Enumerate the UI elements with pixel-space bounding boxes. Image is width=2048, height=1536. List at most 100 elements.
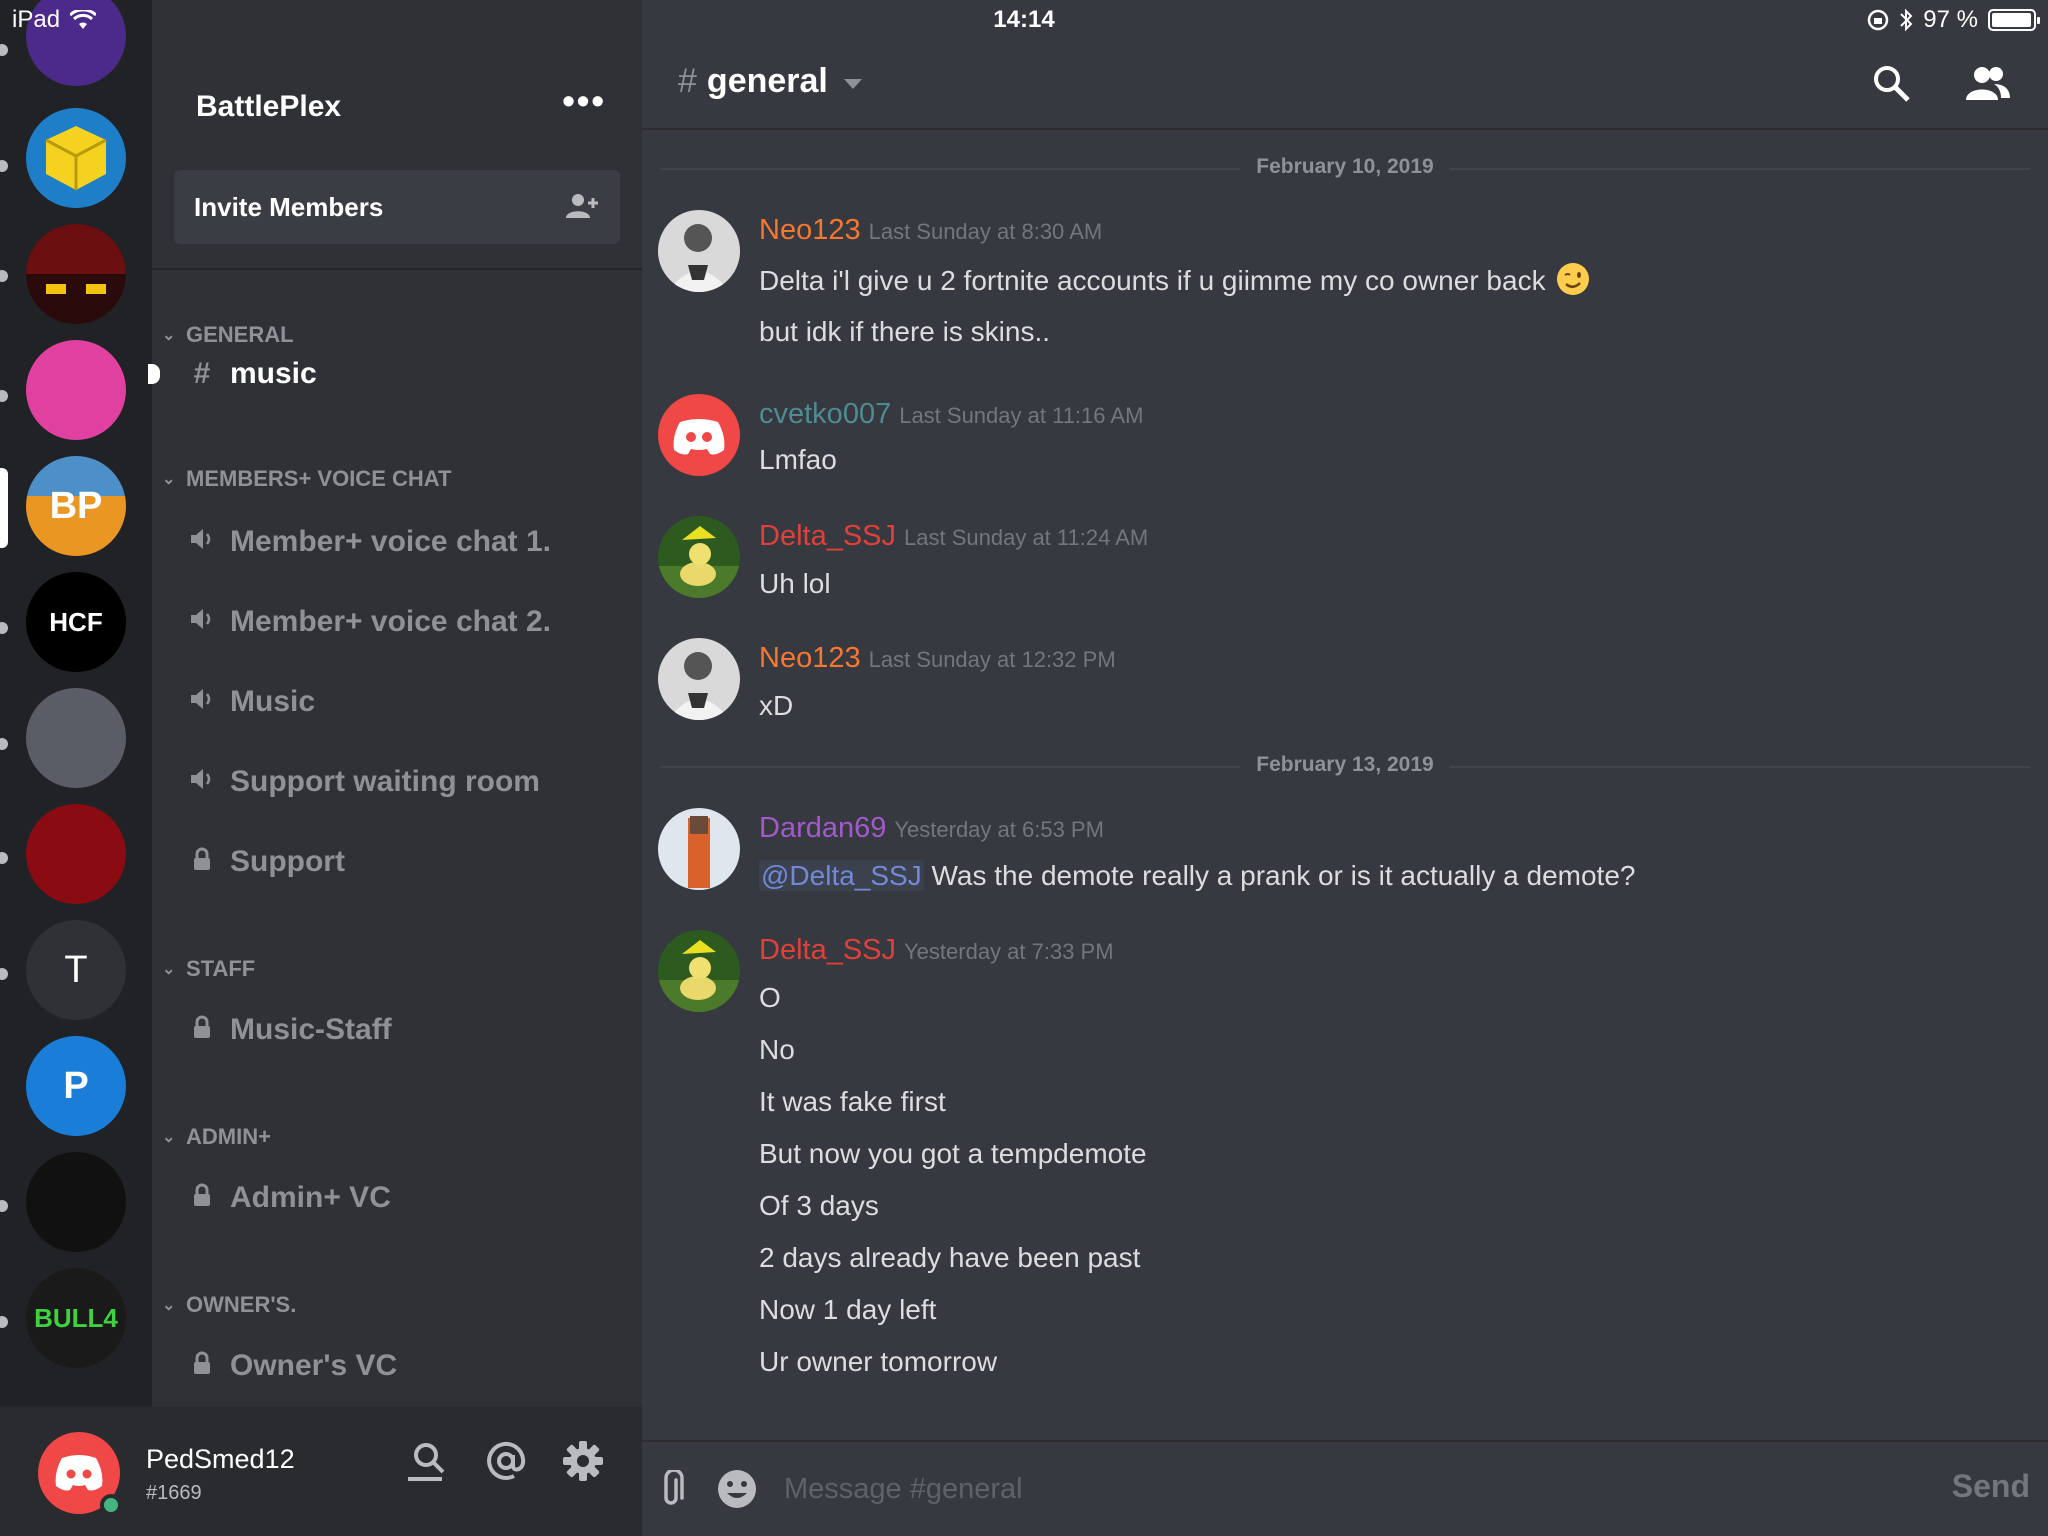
channel-music[interactable]: Music	[188, 676, 315, 728]
message-line: Of 3 days	[759, 1190, 879, 1221]
server-unread-indicator	[0, 1316, 8, 1328]
search-icon[interactable]	[1872, 64, 1912, 104]
user-mention[interactable]: @Delta_SSJ	[759, 860, 924, 891]
server-icon-bull4[interactable]: BULL4	[26, 1268, 126, 1368]
author-avatar[interactable]	[658, 394, 740, 476]
channel-name: general	[706, 62, 828, 100]
more-options-icon[interactable]: •••	[562, 80, 606, 122]
message-line: O	[759, 982, 781, 1013]
cube-icon	[45, 126, 107, 190]
message-line: Ur owner tomorrow	[759, 1346, 998, 1377]
duck-avatar-icon	[658, 930, 740, 1012]
author-name[interactable]: cvetko007	[759, 398, 891, 431]
message-text: But now you got a tempdemote	[759, 1138, 1147, 1170]
server-initials: P	[63, 1064, 89, 1107]
author-name[interactable]: Neo123	[759, 642, 861, 675]
winking-face-emoji-icon	[1556, 262, 1590, 296]
server-icon-hcf[interactable]: HCF	[26, 572, 126, 672]
channel-member-voice-chat-1-[interactable]: Member+ voice chat 1.	[188, 516, 551, 568]
server-unread-indicator	[0, 622, 8, 634]
message-text: xD	[759, 690, 793, 722]
invite-members-label: Invite Members	[194, 191, 384, 222]
channel-title[interactable]: # general	[678, 62, 862, 101]
invite-members-button[interactable]: Invite Members	[174, 170, 620, 244]
settings-gear-icon[interactable]	[562, 1440, 604, 1482]
message-text: @Delta_SSJ Was the demote really a prank…	[759, 860, 1635, 892]
server-icon-t-server[interactable]: T	[26, 920, 126, 1020]
channel-music[interactable]: # music	[188, 348, 317, 400]
message-text: O	[759, 982, 781, 1014]
message-input[interactable]	[784, 1464, 1784, 1514]
channel-member-voice-chat-2-[interactable]: Member+ voice chat 2.	[188, 596, 551, 648]
message-text: but idk if there is skins..	[759, 316, 1050, 348]
author-name[interactable]: Dardan69	[759, 812, 886, 845]
message-header: Delta_SSJ Yesterday at 7:33 PM	[759, 934, 1114, 967]
channel-admin-vc[interactable]: Admin+ VC	[188, 1172, 391, 1224]
chevron-down-icon: ⌄	[162, 471, 176, 488]
channel-support[interactable]: Support	[188, 836, 345, 888]
user-avatar[interactable]	[38, 1432, 122, 1516]
message-line: xD	[759, 690, 794, 721]
message-line: Lmfao	[759, 444, 837, 475]
message-line: No	[759, 1034, 795, 1065]
channel-label: Support	[230, 845, 345, 878]
user-panel: PedSmed12 #1669	[0, 1406, 642, 1536]
guild-name[interactable]: BattlePlex	[196, 90, 341, 124]
server-unread-indicator	[0, 160, 8, 172]
server-unread-indicator	[0, 390, 8, 402]
server-unread-indicator	[0, 1200, 8, 1212]
attachment-icon[interactable]	[658, 1470, 684, 1510]
battery-percent: 97 %	[1923, 6, 1978, 33]
speaker-icon	[188, 605, 216, 639]
message-text: 2 days already have been past	[759, 1242, 1140, 1274]
send-button[interactable]: Send	[1952, 1468, 2030, 1505]
channel-support-waiting-room[interactable]: Support waiting room	[188, 756, 540, 808]
category-label: STAFF	[186, 956, 256, 981]
channel-label: Support waiting room	[230, 765, 540, 798]
server-unread-indicator	[0, 968, 8, 980]
author-avatar[interactable]	[658, 638, 740, 720]
author-avatar[interactable]	[658, 808, 740, 890]
server-icon-pink[interactable]	[26, 340, 126, 440]
category-staff[interactable]: ⌄ STAFF	[162, 956, 255, 982]
channel-music-staff[interactable]: Music-Staff	[188, 1004, 392, 1056]
message-line: but idk if there is skins..	[759, 316, 1051, 347]
server-icon-red-hood[interactable]	[26, 804, 126, 904]
message-text: Now 1 day left	[759, 1294, 936, 1326]
author-name[interactable]: Neo123	[759, 214, 861, 247]
message-timestamp: Last Sunday at 11:24 AM	[904, 525, 1149, 550]
author-avatar[interactable]	[658, 516, 740, 598]
emoji-icon[interactable]	[716, 1468, 758, 1510]
channel-label: Admin+ VC	[230, 1181, 391, 1214]
server-icon-clown[interactable]	[26, 1152, 126, 1252]
message-line: It was fake first	[759, 1086, 946, 1117]
mentions-icon[interactable]	[486, 1441, 526, 1481]
find-friends-icon[interactable]	[406, 1441, 450, 1481]
author-name[interactable]: Delta_SSJ	[759, 520, 896, 553]
message-timestamp: Yesterday at 6:53 PM	[894, 817, 1104, 842]
members-icon[interactable]	[1964, 64, 2012, 104]
server-icon-yellow-cube[interactable]	[26, 108, 126, 208]
message-text: Delta i'l give u 2 fortnite accounts if …	[759, 262, 1590, 297]
server-icon-battleplex[interactable]: BP	[26, 456, 126, 556]
message-text: No	[759, 1034, 795, 1066]
category-members-voice-chat[interactable]: ⌄ MEMBERS+ VOICE CHAT	[162, 466, 451, 492]
message-header: Delta_SSJ Last Sunday at 11:24 AM	[759, 520, 1148, 553]
category-general[interactable]: ⌄ GENERAL	[162, 322, 294, 348]
category-admin-[interactable]: ⌄ ADMIN+	[162, 1124, 271, 1150]
chevron-down-icon: ⌄	[162, 961, 176, 978]
message-line: Delta i'l give u 2 fortnite accounts if …	[759, 265, 1546, 296]
message-line: Was the demote really a prank or is it a…	[931, 860, 1636, 891]
author-name[interactable]: Delta_SSJ	[759, 934, 896, 967]
server-icon-anime[interactable]	[26, 688, 126, 788]
server-icon-paypal[interactable]: P	[26, 1036, 126, 1136]
channel-owner-s-vc[interactable]: Owner's VC	[188, 1340, 397, 1392]
author-avatar[interactable]	[658, 210, 740, 292]
category-owner-s-[interactable]: ⌄ OWNER'S.	[162, 1292, 296, 1318]
message-header: Neo123 Last Sunday at 12:32 PM	[759, 642, 1116, 675]
username: PedSmed12	[146, 1444, 295, 1474]
guild-header: BattlePlex ••• Invite Members	[152, 40, 642, 270]
server-icon-red-black[interactable]	[26, 224, 126, 324]
server-unread-indicator	[0, 44, 8, 56]
author-avatar[interactable]	[658, 930, 740, 1012]
